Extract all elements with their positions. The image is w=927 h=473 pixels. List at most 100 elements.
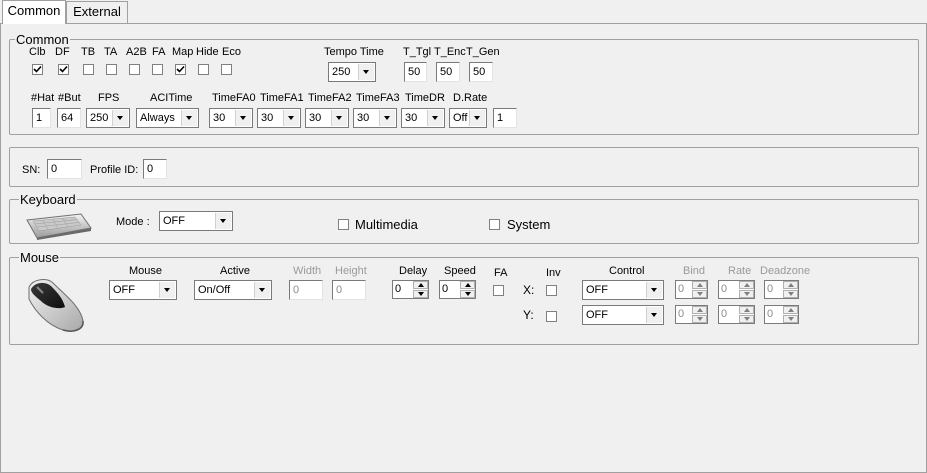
acltime-dropdown[interactable]: Always	[136, 108, 199, 128]
flag-checkbox-map[interactable]	[175, 64, 186, 75]
fps-dropdown[interactable]: 250	[86, 108, 130, 128]
spin-down-icon[interactable]	[739, 315, 754, 323]
deadzone-x-spinner[interactable]: 0	[764, 280, 799, 299]
speed-label: Speed	[444, 265, 476, 277]
chevron-down-icon	[427, 110, 443, 126]
drate-input[interactable]: 1	[493, 108, 517, 128]
keyboard-mode-dropdown[interactable]: OFF	[159, 211, 233, 231]
tab-common[interactable]: Common	[2, 0, 66, 24]
inv-label: Inv	[546, 267, 561, 279]
flag-label-hide: Hide	[196, 46, 219, 58]
mouse-icon	[28, 279, 84, 332]
control-x-dropdown[interactable]: OFF	[582, 280, 664, 300]
speed-spinner[interactable]: 0	[439, 280, 476, 299]
active-label: Active	[220, 265, 250, 277]
chevron-down-icon	[379, 110, 395, 126]
spin-up-icon[interactable]	[739, 281, 754, 289]
spin-up-icon[interactable]	[739, 306, 754, 314]
spin-up-icon[interactable]	[460, 281, 475, 289]
timedr-label: TimeDR	[405, 92, 445, 104]
drate-dropdown[interactable]: Off	[449, 108, 487, 128]
flag-checkbox-df[interactable]	[58, 64, 69, 75]
timefa0-dropdown[interactable]: 30	[209, 108, 253, 128]
but-input[interactable]: 64	[57, 108, 81, 128]
bind-x-spinner[interactable]: 0	[675, 280, 708, 299]
spin-down-icon[interactable]	[692, 290, 707, 298]
spin-down-icon[interactable]	[413, 290, 428, 298]
t-tgl-input[interactable]: 50	[404, 62, 427, 82]
flag-label-map: Map	[172, 46, 194, 58]
spin-down-icon[interactable]	[739, 290, 754, 298]
timefa1-dropdown[interactable]: 30	[257, 108, 301, 128]
mouse-mode-label: Mouse	[129, 265, 163, 277]
invert-y-checkbox[interactable]	[546, 311, 557, 322]
flag-label-df: DF	[55, 46, 70, 58]
timefa0-label: TimeFA0	[212, 92, 256, 104]
control-y-dropdown[interactable]: OFF	[582, 305, 664, 325]
active-dropdown[interactable]: On/Off	[194, 280, 272, 300]
multimedia-checkbox[interactable]	[338, 219, 349, 230]
spin-up-icon[interactable]	[413, 281, 428, 289]
flag-checkbox-ta[interactable]	[106, 64, 117, 75]
t-tgl-label: T_Tgl	[403, 46, 432, 58]
spin-up-icon[interactable]	[783, 281, 798, 289]
acltime-label: ACITime	[150, 92, 193, 104]
spin-up-icon[interactable]	[783, 306, 798, 314]
spin-down-icon[interactable]	[783, 290, 798, 298]
mouse-fa-checkbox[interactable]	[493, 285, 504, 296]
rate-x-spinner[interactable]: 0	[718, 280, 755, 299]
timedr-dropdown[interactable]: 30	[401, 108, 445, 128]
spin-up-icon[interactable]	[692, 281, 707, 289]
spin-down-icon[interactable]	[460, 290, 475, 298]
flag-checkbox-a2b[interactable]	[129, 64, 140, 75]
timefa2-dropdown[interactable]: 30	[305, 108, 349, 128]
fa-label: FA	[494, 267, 508, 279]
height-input[interactable]: 0	[332, 280, 366, 300]
flag-checkbox-eco[interactable]	[221, 64, 232, 75]
timefa3-label: TimeFA3	[356, 92, 400, 104]
profile-id-input[interactable]: 0	[143, 159, 167, 179]
width-input[interactable]: 0	[289, 280, 323, 300]
timefa3-dropdown[interactable]: 30	[353, 108, 397, 128]
flag-checkbox-clb[interactable]	[32, 64, 43, 75]
keyboard-group-title: Keyboard	[19, 192, 77, 207]
flag-checkbox-hide[interactable]	[198, 64, 209, 75]
width-label: Width	[293, 265, 322, 277]
chevron-down-icon	[235, 110, 251, 126]
bind-label: Bind	[683, 265, 706, 277]
spin-up-icon[interactable]	[692, 306, 707, 314]
chevron-down-icon	[283, 110, 299, 126]
check-icon	[33, 65, 42, 73]
check-icon	[59, 65, 68, 73]
common-group-title: Common	[15, 32, 70, 47]
t-gen-input[interactable]: 50	[469, 62, 493, 82]
flag-checkbox-fa[interactable]	[152, 64, 163, 75]
mouse-group-title: Mouse	[19, 250, 61, 265]
deadzone-y-spinner[interactable]: 0	[764, 305, 799, 324]
height-label: Height	[335, 265, 367, 277]
spin-down-icon[interactable]	[783, 315, 798, 323]
flag-checkbox-tb[interactable]	[83, 64, 94, 75]
deadzone-label: Deadzone	[760, 265, 811, 277]
rate-y-spinner[interactable]: 0	[718, 305, 755, 324]
tab-external[interactable]: External	[66, 1, 128, 23]
spin-down-icon[interactable]	[692, 315, 707, 323]
hat-input[interactable]: 1	[32, 108, 51, 128]
sn-input[interactable]: 0	[47, 159, 82, 179]
check-icon	[176, 65, 185, 73]
delay-spinner[interactable]: 0	[392, 280, 429, 299]
chevron-down-icon	[112, 110, 128, 126]
tab-panel: Common Clb DF TB TA A2B FA Map Hide Eco …	[0, 23, 927, 473]
chevron-down-icon	[215, 213, 231, 229]
bind-y-spinner[interactable]: 0	[675, 305, 708, 324]
chevron-down-icon	[254, 282, 270, 298]
but-label: #But	[58, 92, 81, 104]
system-checkbox[interactable]	[489, 219, 500, 230]
axis-y-label: Y:	[523, 308, 534, 322]
multimedia-label: Multimedia	[355, 217, 418, 232]
tempo-time-dropdown[interactable]: 250	[328, 62, 376, 82]
invert-x-checkbox[interactable]	[546, 285, 557, 296]
t-enc-input[interactable]: 50	[436, 62, 460, 82]
mouse-mode-dropdown[interactable]: OFF	[109, 280, 177, 300]
timefa1-label: TimeFA1	[260, 92, 304, 104]
